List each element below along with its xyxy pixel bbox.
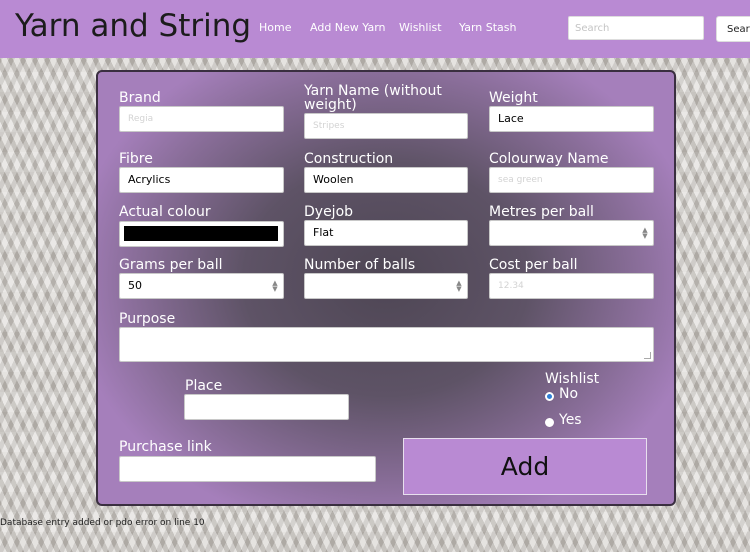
place-input[interactable] <box>184 394 349 420</box>
wishlist-yes-label[interactable]: Yes <box>559 412 582 428</box>
spinner-arrows-icon[interactable]: ▲ ▼ <box>455 280 463 293</box>
construction-label: Construction <box>304 151 394 167</box>
grams-per-ball-value: 50 <box>128 279 142 292</box>
yarn-name-input[interactable]: Stripes <box>304 113 468 139</box>
status-message: Database entry added or pdo error on lin… <box>0 518 205 528</box>
nav-home-link[interactable]: Home <box>259 21 291 34</box>
search-button[interactable]: Search <box>716 16 750 42</box>
brand-label: Brand <box>119 90 161 106</box>
fibre-select[interactable]: Acrylics <box>119 167 284 193</box>
brand-input[interactable]: Regia <box>119 106 284 132</box>
nav-yarn-stash-link[interactable]: Yarn Stash <box>459 21 516 34</box>
colourway-input[interactable]: sea green <box>489 167 654 193</box>
nav-add-new-yarn-link[interactable]: Add New Yarn <box>310 21 386 34</box>
number-of-balls-input[interactable]: ▲ ▼ <box>304 273 468 299</box>
construction-select[interactable]: Woolen <box>304 167 468 193</box>
actual-colour-label: Actual colour <box>119 204 211 220</box>
wishlist-yes-radio[interactable] <box>545 418 554 427</box>
navbar: Yarn and String Home Add New Yarn Wishli… <box>0 0 750 58</box>
number-of-balls-label: Number of balls <box>304 257 416 273</box>
dyejob-label: Dyejob <box>304 204 354 220</box>
search-input[interactable] <box>568 16 704 40</box>
purchase-link-label: Purchase link <box>119 439 212 455</box>
grams-per-ball-input[interactable]: 50 ▲ ▼ <box>119 273 284 299</box>
colour-swatch[interactable] <box>124 226 278 241</box>
wishlist-label: Wishlist <box>545 371 600 387</box>
place-label: Place <box>185 378 223 394</box>
purpose-label: Purpose <box>119 311 176 327</box>
dyejob-select[interactable]: Flat <box>304 220 468 246</box>
metres-per-ball-label: Metres per ball <box>489 204 594 220</box>
weight-label: Weight <box>489 90 538 106</box>
fibre-label: Fibre <box>119 151 153 167</box>
weight-select[interactable]: Lace <box>489 106 654 132</box>
site-title[interactable]: Yarn and String <box>15 8 251 44</box>
wishlist-no-label[interactable]: No <box>559 386 578 402</box>
yarn-name-label: Yarn Name (without weight) <box>304 83 442 113</box>
cost-per-ball-input[interactable]: 12.34 <box>489 273 654 299</box>
nav-wishlist-link[interactable]: Wishlist <box>399 21 442 34</box>
purchase-link-input[interactable] <box>119 456 376 482</box>
wishlist-no-radio[interactable] <box>545 392 554 401</box>
colourway-label: Colourway Name <box>489 151 609 167</box>
cost-per-ball-label: Cost per ball <box>489 257 578 273</box>
resize-handle-icon[interactable] <box>644 352 651 359</box>
spinner-arrows-icon[interactable]: ▲ ▼ <box>271 280 279 293</box>
grams-per-ball-label: Grams per ball <box>119 257 223 273</box>
spinner-arrows-icon[interactable]: ▲ ▼ <box>641 227 649 240</box>
add-button[interactable]: Add <box>403 438 647 495</box>
purpose-textarea[interactable] <box>119 327 654 362</box>
metres-per-ball-input[interactable]: ▲ ▼ <box>489 220 654 246</box>
